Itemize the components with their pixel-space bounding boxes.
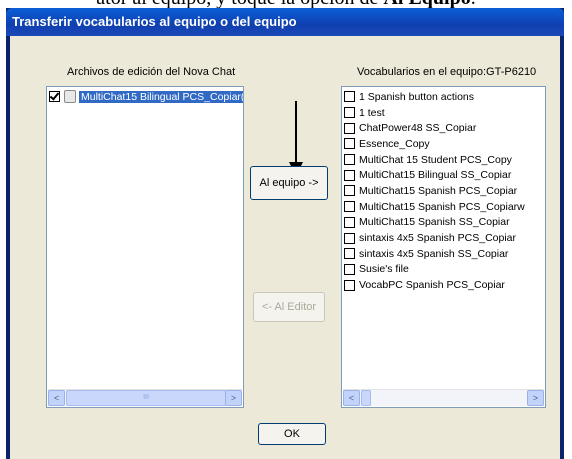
item-checkbox[interactable] [344, 185, 355, 197]
scroll-thumb[interactable] [361, 390, 371, 406]
right-horizontal-scrollbar[interactable]: < > [343, 389, 544, 406]
editor-files-items: MultiChat15 Bilingual PCS_Copiar( [49, 89, 243, 105]
item-label: Susie's file [359, 263, 409, 276]
item-checkbox[interactable] [344, 201, 355, 213]
item-checkbox[interactable] [344, 122, 355, 134]
item-checkbox[interactable] [344, 216, 355, 228]
chevron-left-icon: < [348, 393, 355, 403]
list-item[interactable]: 1 Spanish button actions [344, 89, 543, 105]
scroll-left-button[interactable]: < [343, 390, 360, 406]
left-panel-label: Archivos de edición del Nova Chat [67, 66, 236, 78]
list-item[interactable]: MultiChat15 Spanish PCS_Copiar [344, 183, 543, 199]
chevron-left-icon: < [53, 393, 60, 403]
item-checkbox[interactable] [344, 107, 355, 119]
item-checkbox[interactable] [344, 279, 355, 291]
item-checkbox[interactable] [344, 91, 355, 103]
item-label: MultiChat15 Spanish PCS_Copiarw [359, 200, 525, 213]
device-vocabularies-list[interactable]: 1 Spanish button actions 1 test ChatPower4… [341, 86, 546, 408]
item-label: MultiChat15 Spanish PCS_Copiar [359, 184, 518, 197]
item-checkbox[interactable] [344, 248, 355, 260]
list-item[interactable]: ChatPower48 SS_Copiar [344, 120, 543, 136]
list-item[interactable]: sintaxis 4x5 Spanish PCS_Copiar [344, 230, 543, 246]
item-label: sintaxis 4x5 Spanish SS_Copiar [359, 247, 509, 260]
scroll-thumb[interactable]: III [66, 390, 226, 406]
scroll-left-button[interactable]: < [48, 390, 65, 406]
list-item[interactable]: MultiChat15 Spanish PCS_Copiarw [344, 199, 543, 215]
item-label: MultiChat15 Bilingual PCS_Copiar( [79, 90, 243, 103]
item-checkbox[interactable] [344, 232, 355, 244]
item-label: MultiChat 15 Student PCS_Copy [359, 153, 512, 166]
item-label: Essence_Copy [359, 137, 430, 150]
item-label: sintaxis 4x5 Spanish PCS_Copiar [359, 232, 516, 245]
list-item[interactable]: sintaxis 4x5 Spanish SS_Copiar [344, 246, 543, 262]
list-item[interactable]: MultiChat15 Bilingual PCS_Copiar( [49, 89, 243, 105]
item-checkbox[interactable] [344, 263, 355, 275]
right-panel-label: Vocabularios en el equipo:GT-P6210 [357, 66, 537, 78]
window-title: Transferir vocabularios al equipo o del … [12, 14, 297, 29]
item-checkbox[interactable] [344, 154, 355, 166]
list-item[interactable]: 1 test [344, 105, 543, 121]
list-item[interactable]: MultiChat15 Bilingual SS_Copiar [344, 167, 543, 183]
ok-button[interactable]: OK [258, 423, 326, 445]
list-item[interactable]: MultiChat 15 Student PCS_Copy [344, 152, 543, 168]
item-checkbox[interactable] [49, 91, 60, 103]
scroll-right-button[interactable]: > [527, 390, 544, 406]
title-bar[interactable]: Transferir vocabularios al equipo o del … [6, 8, 564, 36]
item-label: MultiChat15 Bilingual SS_Copiar [359, 169, 512, 182]
device-vocabularies-items: 1 Spanish button actions 1 test ChatPower4… [344, 89, 543, 293]
left-horizontal-scrollbar[interactable]: < III > [48, 389, 242, 406]
list-item[interactable]: MultiChat15 Spanish SS_Copiar [344, 215, 543, 231]
scroll-right-button[interactable]: > [225, 390, 242, 406]
file-icon [64, 90, 76, 104]
item-label: 1 Spanish button actions [359, 90, 474, 103]
list-item[interactable]: VocabPC Spanish PCS_Copiar [344, 277, 543, 293]
document-caption: ator al equipo, y toque la opción de Al … [0, 0, 572, 8]
item-label: 1 test [359, 106, 385, 119]
to-device-button[interactable]: Al equipo -> [250, 166, 328, 200]
item-checkbox[interactable] [344, 138, 355, 150]
list-item[interactable]: Susie's file [344, 262, 543, 278]
list-item[interactable]: Essence_Copy [344, 136, 543, 152]
scroll-grip-icon: III [143, 394, 149, 401]
down-arrow-shaft [295, 101, 297, 163]
item-label: VocabPC Spanish PCS_Copiar [359, 279, 505, 292]
dialog-client-area: Archivos de edición del Nova Chat MultiC… [10, 36, 560, 459]
item-checkbox[interactable] [344, 169, 355, 181]
to-editor-button[interactable]: <- Al Editor [253, 292, 325, 322]
chevron-right-icon: > [230, 393, 237, 403]
item-label: ChatPower48 SS_Copiar [359, 122, 477, 135]
chevron-right-icon: > [532, 393, 539, 403]
item-label: MultiChat15 Spanish SS_Copiar [359, 216, 510, 229]
editor-files-list[interactable]: MultiChat15 Bilingual PCS_Copiar( < III … [46, 86, 244, 408]
transfer-dialog: Transferir vocabularios al equipo o del … [6, 8, 564, 459]
